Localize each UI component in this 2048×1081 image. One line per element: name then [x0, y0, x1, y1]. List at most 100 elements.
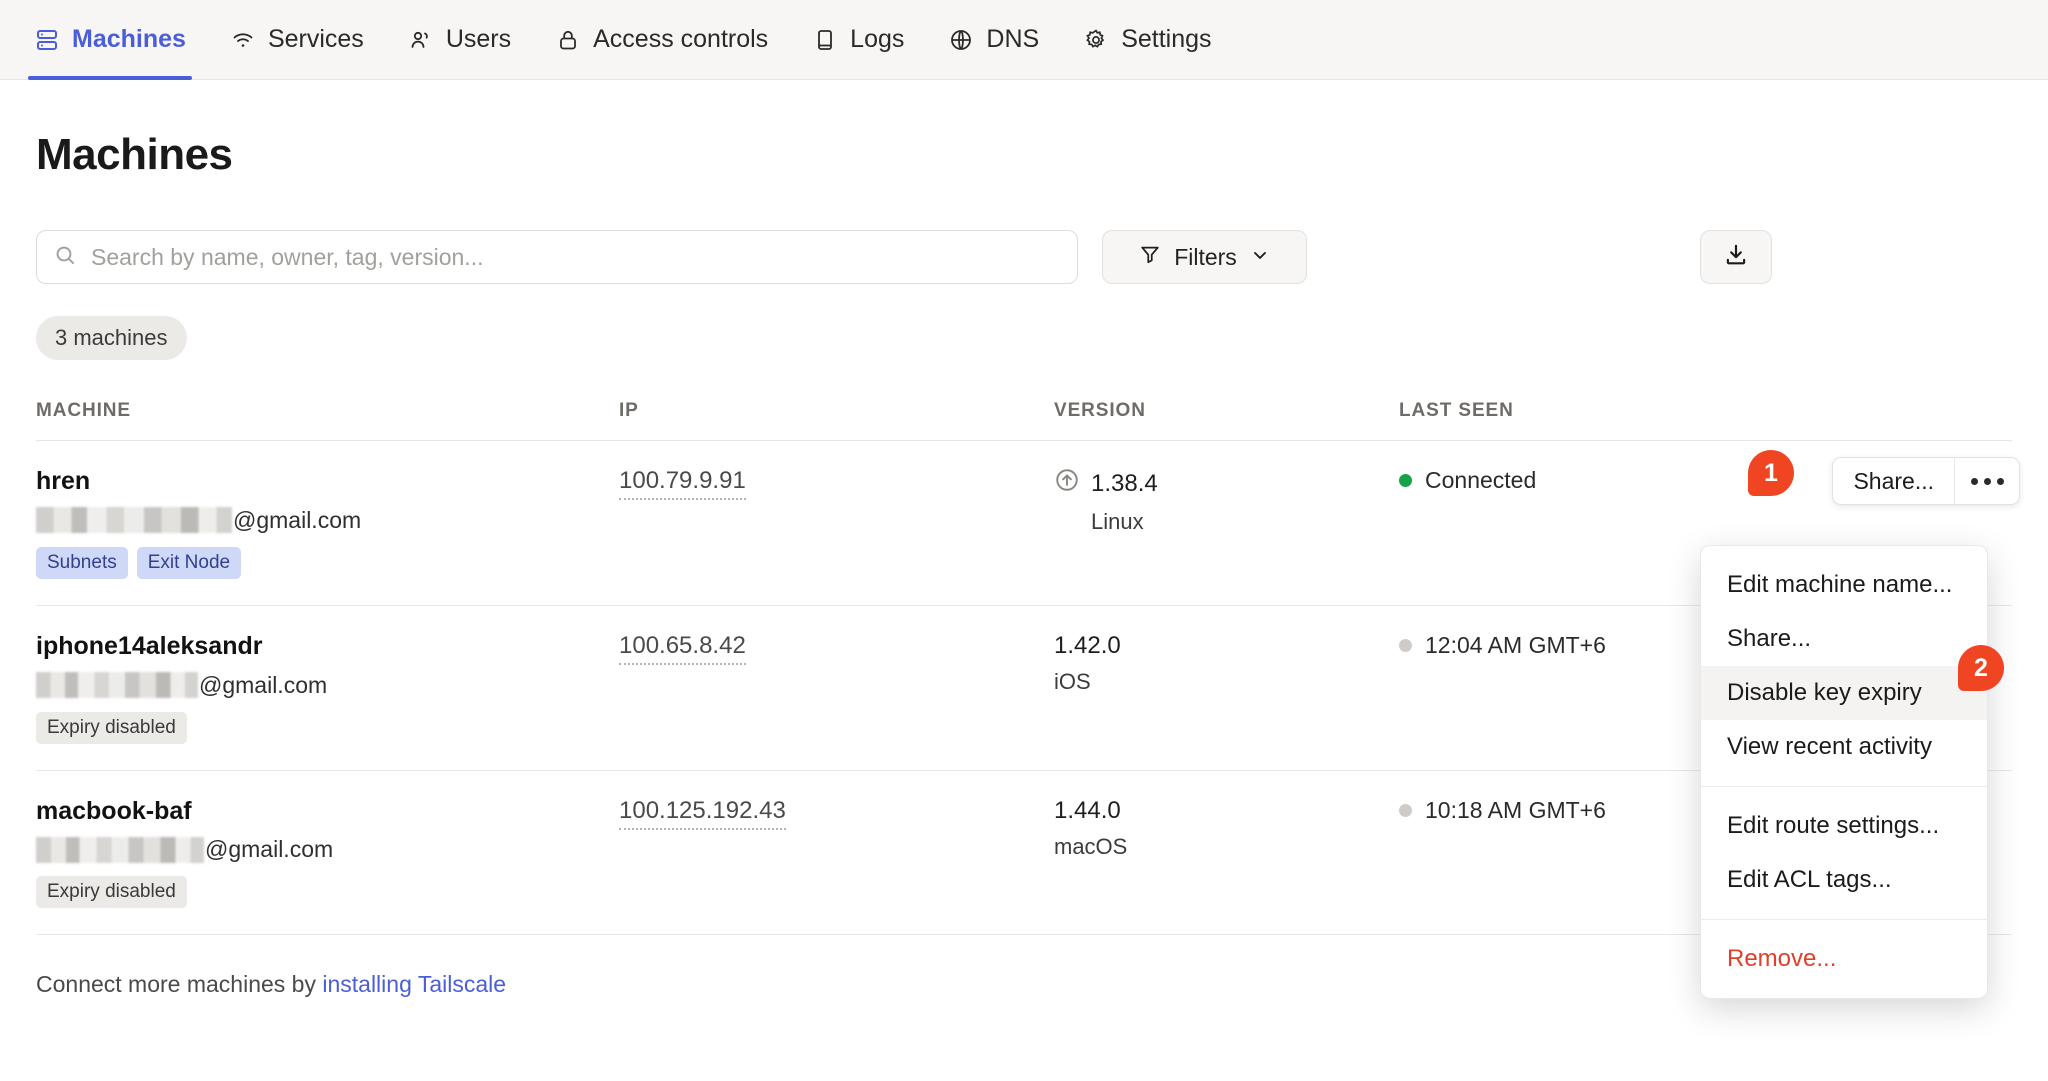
top-navigation: Machines Services Users Access controls … [0, 0, 2048, 80]
nav-label-services: Services [267, 25, 364, 53]
machine-actions-menu: Edit machine name... Share... Disable ke… [1700, 545, 1988, 999]
funnel-icon [1139, 243, 1161, 271]
last-seen-value: Connected [1425, 467, 1537, 493]
machine-cell: hren @gmail.com Subnets Exit Node [36, 467, 619, 579]
tag-expiry-disabled[interactable]: Expiry disabled [36, 876, 187, 909]
machine-name[interactable]: iphone14aleksandr [36, 632, 619, 661]
owner-domain: @gmail.com [199, 671, 328, 698]
download-icon [1723, 242, 1749, 273]
nav-item-logs[interactable]: Logs [812, 0, 926, 80]
ellipsis-icon [1970, 477, 2004, 485]
version-value-row: 1.42.0 [1054, 632, 1399, 660]
nav-label-machines: Machines [72, 25, 186, 53]
ip-cell: 100.79.9.91 [619, 467, 1054, 500]
column-header-ip: IP [619, 400, 639, 421]
machine-ip[interactable]: 100.79.9.91 [619, 467, 746, 500]
status-dot-icon [1399, 803, 1412, 817]
machine-name[interactable]: hren [36, 467, 619, 496]
version-cell: 1.42.0 iOS [1054, 632, 1399, 695]
machine-cell: iphone14aleksandr @gmail.com Expiry disa… [36, 632, 619, 744]
redacted-owner [36, 507, 232, 534]
menu-item-remove[interactable]: Remove... [1701, 932, 1987, 986]
machine-version: 1.44.0 [1054, 796, 1121, 824]
search-input[interactable] [89, 242, 1061, 272]
footer-text: Connect more machines by [36, 971, 323, 998]
machine-tags: Subnets Exit Node [36, 546, 619, 579]
status-dot-icon [1399, 638, 1412, 652]
wifi-icon [230, 27, 256, 53]
menu-divider [1701, 919, 1987, 920]
search-box[interactable] [36, 230, 1078, 284]
nav-item-services[interactable]: Services [230, 0, 386, 80]
download-button[interactable] [1700, 230, 1772, 284]
last-seen-value: 12:04 AM GMT+6 [1425, 631, 1606, 658]
nav-label-dns: DNS [986, 25, 1040, 53]
nav-label-settings: Settings [1121, 25, 1212, 53]
nav-item-settings[interactable]: Settings [1083, 0, 1233, 80]
machine-version: 1.42.0 [1054, 631, 1121, 659]
controls-row: Filters [0, 180, 2048, 284]
machine-owner: @gmail.com [36, 836, 619, 863]
nav-item-users[interactable]: Users [408, 0, 533, 80]
nav-label-users: Users [445, 25, 512, 53]
row-actions: Share... [1832, 457, 2020, 505]
owner-domain: @gmail.com [205, 836, 334, 863]
globe-icon [948, 27, 974, 53]
filters-label: Filters [1174, 243, 1237, 270]
version-value-row: 1.38.4 [1054, 467, 1399, 500]
column-header-version: VERSION [1054, 400, 1146, 421]
menu-item-share[interactable]: Share... [1701, 612, 1987, 666]
owner-domain: @gmail.com [233, 506, 362, 533]
column-header-last-seen: LAST SEEN [1399, 400, 1514, 421]
share-button[interactable]: Share... [1833, 458, 1955, 504]
menu-item-edit-route-settings[interactable]: Edit route settings... [1701, 799, 1987, 853]
nav-item-access-controls[interactable]: Access controls [555, 0, 790, 80]
book-icon [812, 27, 838, 53]
version-cell: 1.38.4 Linux [1054, 467, 1399, 535]
machine-os: iOS [1054, 668, 1091, 694]
nav-item-dns[interactable]: DNS [948, 0, 1061, 80]
install-tailscale-link[interactable]: installing Tailscale [322, 971, 506, 997]
menu-item-view-recent-activity[interactable]: View recent activity [1701, 720, 1987, 774]
arrow-up-circle-icon [1054, 467, 1080, 500]
table-header-row: MACHINE IP VERSION LAST SEEN [36, 400, 2012, 441]
lock-icon [555, 27, 581, 53]
version-cell: 1.44.0 macOS [1054, 797, 1399, 860]
machine-cell: macbook-baf @gmail.com Expiry disabled [36, 797, 619, 909]
ip-cell: 100.65.8.42 [619, 632, 1054, 665]
machine-ip[interactable]: 100.65.8.42 [619, 632, 746, 665]
machine-ip[interactable]: 100.125.192.43 [619, 797, 786, 830]
menu-divider [1701, 786, 1987, 787]
tag-subnets[interactable]: Subnets [36, 546, 128, 579]
annotation-badge-2: 2 [1958, 645, 2004, 691]
tag-expiry-disabled[interactable]: Expiry disabled [36, 711, 187, 744]
server-icon [34, 27, 60, 53]
last-seen-value: 10:18 AM GMT+6 [1425, 796, 1606, 823]
nav-item-machines[interactable]: Machines [28, 0, 208, 80]
machine-tags: Expiry disabled [36, 876, 619, 909]
machine-name[interactable]: macbook-baf [36, 797, 619, 826]
column-header-machine: MACHINE [36, 400, 131, 421]
version-value-row: 1.44.0 [1054, 797, 1399, 825]
redacted-owner [36, 672, 198, 698]
more-options-button[interactable] [1955, 458, 2019, 504]
menu-item-disable-key-expiry[interactable]: Disable key expiry [1701, 666, 1987, 720]
menu-item-edit-acl-tags[interactable]: Edit ACL tags... [1701, 853, 1987, 907]
users-icon [408, 27, 434, 53]
filters-button[interactable]: Filters [1102, 230, 1307, 284]
menu-item-edit-machine-name[interactable]: Edit machine name... [1701, 558, 1987, 612]
machines-page: Machines Services Users Access controls … [0, 0, 2048, 1081]
count-chip-row: 3 machines [0, 284, 2048, 360]
tag-exit-node[interactable]: Exit Node [136, 546, 242, 579]
search-icon [53, 243, 77, 272]
chevron-down-icon [1250, 244, 1270, 271]
machine-version: 1.38.4 [1091, 469, 1158, 497]
machines-count-badge: 3 machines [36, 316, 187, 360]
machine-os: macOS [1054, 833, 1128, 859]
machine-owner: @gmail.com [36, 507, 619, 534]
status-dot-icon [1399, 474, 1412, 487]
machine-owner: @gmail.com [36, 672, 619, 699]
page-title: Machines [36, 130, 233, 179]
ip-cell: 100.125.192.43 [619, 797, 1054, 830]
nav-label-access-controls: Access controls [593, 25, 769, 53]
